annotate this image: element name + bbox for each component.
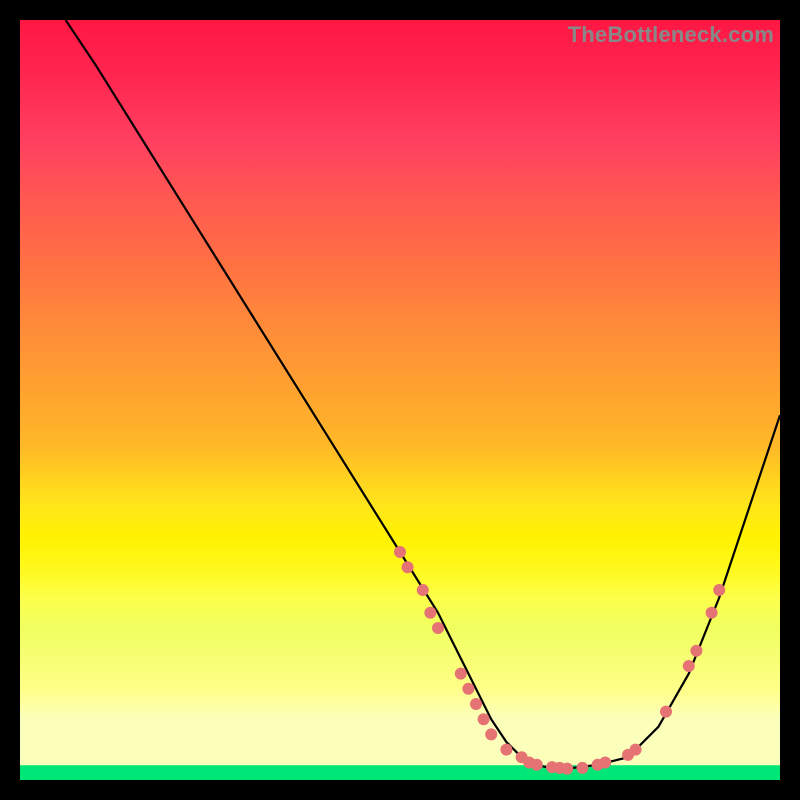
data-point — [683, 660, 695, 672]
data-point — [706, 607, 718, 619]
chart-container: TheBottleneck.com — [0, 0, 800, 800]
data-point — [500, 744, 512, 756]
data-point — [561, 763, 573, 775]
data-point — [485, 728, 497, 740]
data-point — [394, 546, 406, 558]
data-point — [417, 584, 429, 596]
data-point — [599, 757, 611, 769]
data-point — [576, 762, 588, 774]
data-point — [432, 622, 444, 634]
data-point — [462, 683, 474, 695]
data-point — [531, 759, 543, 771]
data-point — [478, 713, 490, 725]
data-point — [424, 607, 436, 619]
data-point — [660, 706, 672, 718]
data-point — [402, 561, 414, 573]
bottleneck-curve — [66, 20, 780, 769]
chart-svg — [20, 20, 780, 780]
plot-area: TheBottleneck.com — [20, 20, 780, 780]
data-point — [690, 645, 702, 657]
data-point — [455, 668, 467, 680]
data-markers — [394, 546, 725, 775]
data-point — [630, 744, 642, 756]
data-point — [713, 584, 725, 596]
data-point — [470, 698, 482, 710]
